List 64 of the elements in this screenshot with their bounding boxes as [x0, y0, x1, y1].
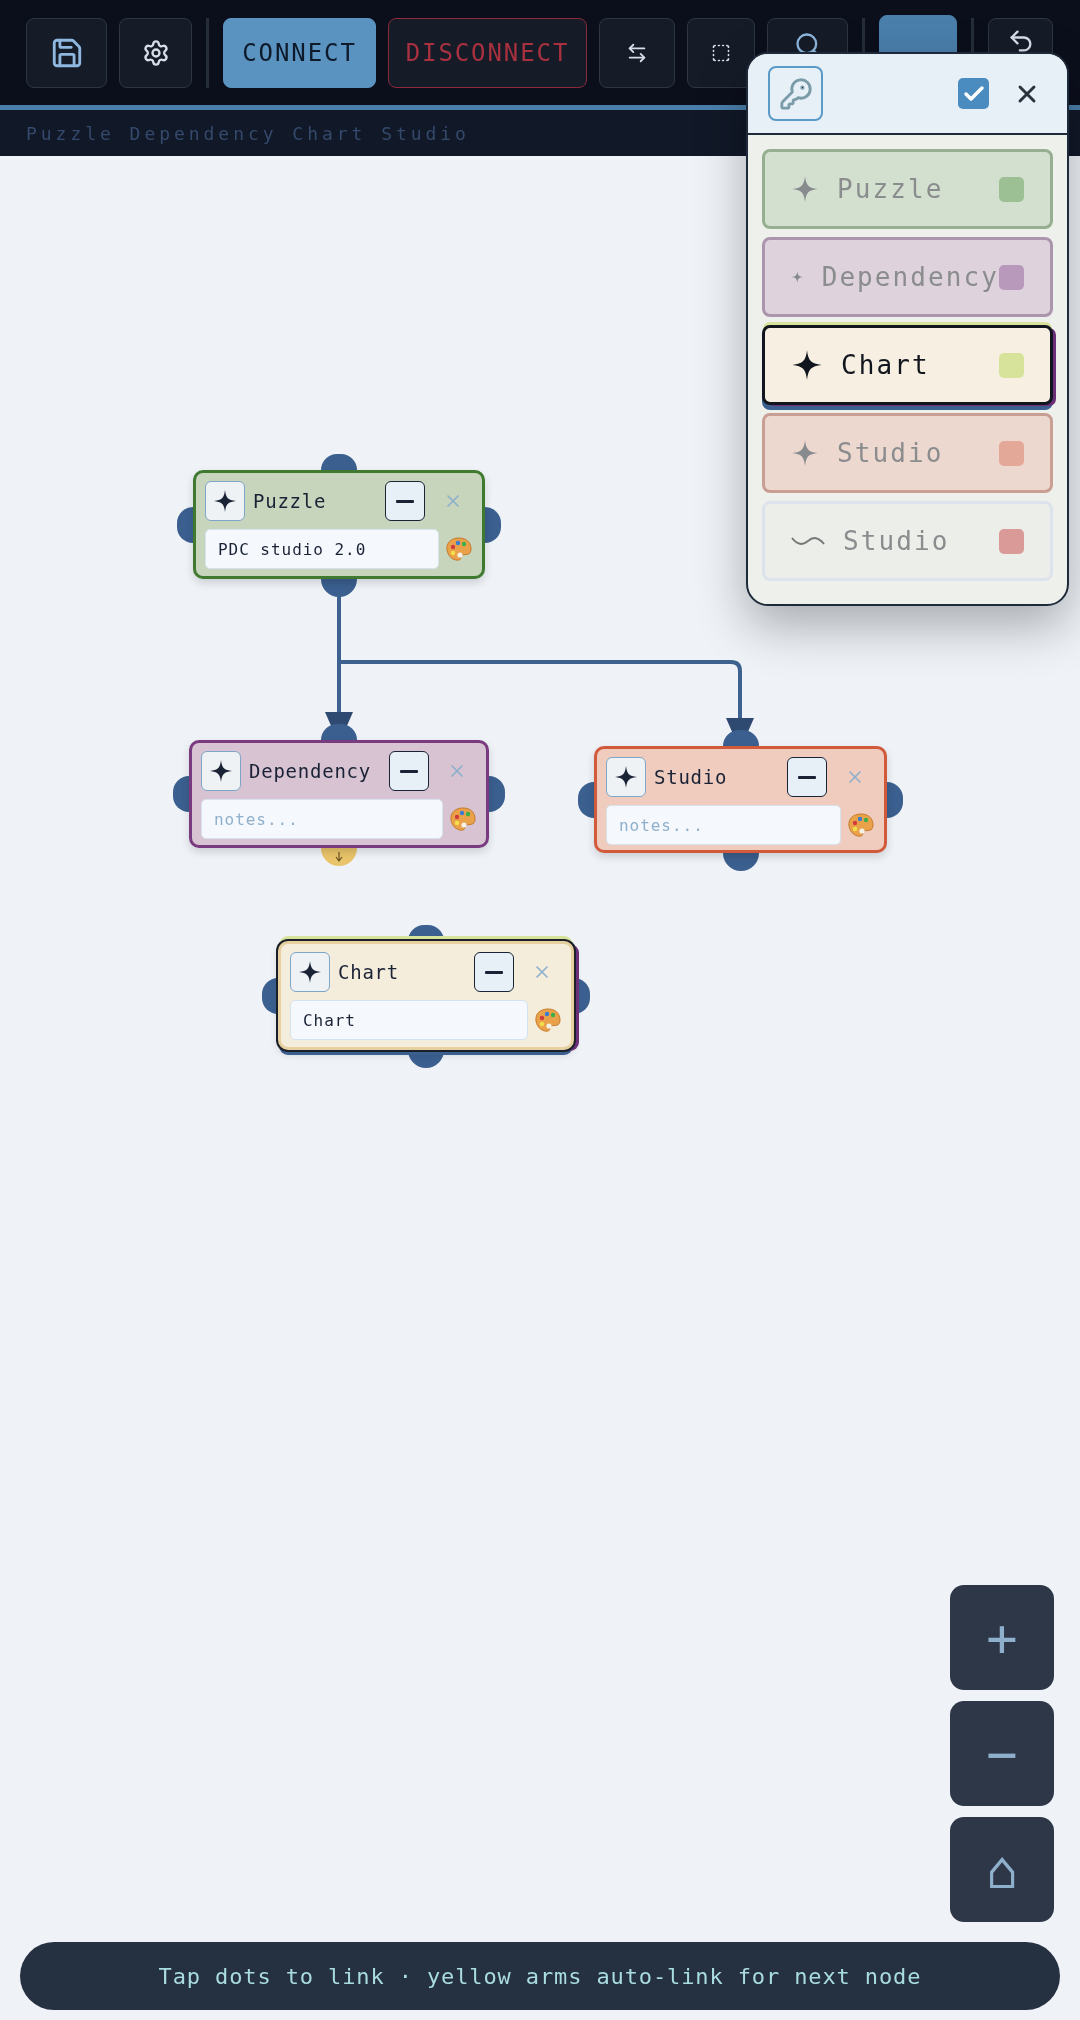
palette-item-label: Puzzle: [837, 172, 944, 206]
node-title: Puzzle: [253, 488, 327, 514]
settings-icon: [141, 38, 170, 67]
sparkle-icon: [298, 960, 322, 984]
minus-icon: [400, 769, 418, 773]
link-port[interactable]: [578, 781, 594, 818]
minus-icon: [485, 970, 503, 974]
link-port[interactable]: [485, 506, 501, 543]
link-port[interactable]: [722, 853, 759, 871]
link-port[interactable]: [177, 506, 193, 543]
select-button[interactable]: [687, 17, 755, 88]
armed-port[interactable]: [321, 848, 357, 866]
palette-icon[interactable]: [445, 536, 473, 562]
connect-button[interactable]: CONNECT: [223, 17, 376, 88]
notes-field[interactable]: notes...: [201, 799, 443, 839]
palette-item-label: Studio: [843, 524, 950, 558]
link-port[interactable]: [173, 776, 189, 812]
collapse-button[interactable]: [474, 952, 514, 992]
checkbox[interactable]: [958, 78, 989, 109]
collapse-button[interactable]: [787, 757, 827, 797]
node-card[interactable]: Puzzle PDC studio 2.0: [193, 470, 485, 579]
sparkle-button[interactable]: [606, 757, 646, 797]
palette-item-label: Studio: [837, 436, 944, 470]
swap-arrows-icon: [626, 41, 648, 64]
node-card[interactable]: Dependency notes...: [189, 740, 489, 848]
palette-icon[interactable]: [449, 806, 477, 832]
link-port[interactable]: [321, 579, 357, 597]
sparkle-button[interactable]: [205, 481, 245, 521]
link-port[interactable]: [722, 730, 759, 746]
sparkle-button[interactable]: [290, 952, 330, 992]
link-port[interactable]: [321, 724, 357, 740]
key-button[interactable]: [768, 66, 823, 121]
notes-field[interactable]: Chart: [290, 1000, 528, 1040]
minus-icon: [396, 499, 414, 503]
link-port[interactable]: [887, 781, 903, 818]
wave-icon: [791, 534, 825, 548]
hint-text: Tap dots to link · yellow arms auto-link for next node: [158, 1962, 922, 1991]
collapse-button[interactable]: [385, 481, 425, 521]
arrow-down-icon: [335, 852, 343, 862]
app-subtitle: Puzzle Dependency Chart Studio: [26, 121, 470, 146]
node-title: Studio: [654, 764, 728, 790]
palette-item-label: Chart: [841, 348, 930, 382]
settings-button[interactable]: [119, 17, 192, 88]
palette-item-label: Dependency: [821, 260, 999, 294]
notes-field[interactable]: PDC studio 2.0: [205, 529, 439, 569]
link-port[interactable]: [489, 776, 505, 812]
zoom-in-button[interactable]: +: [950, 1585, 1054, 1690]
zoom-out-button[interactable]: −: [950, 1701, 1054, 1806]
node-card[interactable]: Studio notes...: [594, 746, 887, 853]
node-title: Dependency: [249, 758, 371, 784]
palette-icon[interactable]: [534, 1007, 562, 1033]
home-button[interactable]: ⌂: [950, 1817, 1054, 1922]
notes-field[interactable]: notes...: [606, 805, 841, 845]
palette-item[interactable]: Studio: [762, 501, 1053, 581]
collapse-button[interactable]: [389, 751, 429, 791]
sparkle-icon: [614, 765, 638, 789]
palette-icon[interactable]: [847, 812, 875, 838]
minus-icon: [798, 775, 816, 779]
dashed-square-icon: [711, 42, 731, 63]
save-button[interactable]: [26, 17, 107, 88]
node-title: Chart: [338, 959, 399, 985]
link-port[interactable]: [321, 454, 357, 470]
sparkle-button[interactable]: [201, 751, 241, 791]
key-icon: [778, 76, 813, 111]
